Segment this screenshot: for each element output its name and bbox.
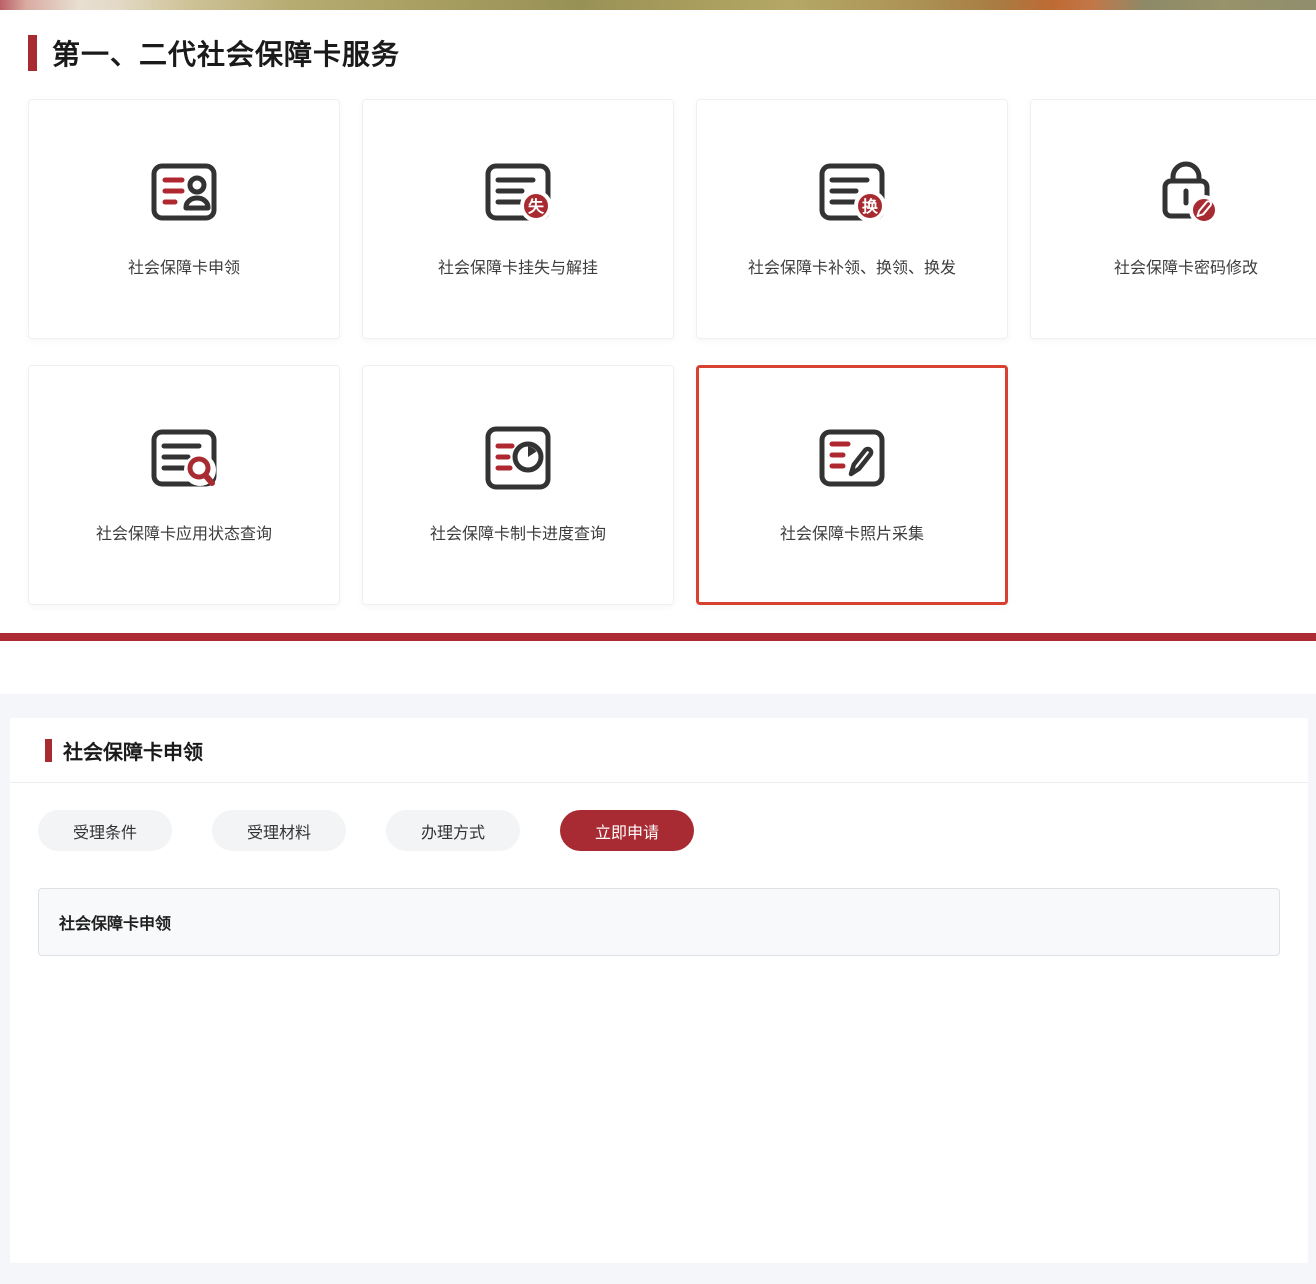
detail-panel: 社会保障卡申领 受理条件 受理材料 办理方式 立即申请 社会保障卡申领 [0,694,1316,1284]
service-card-loss-report[interactable]: 失 社会保障卡挂失与解挂 [362,99,674,339]
replace-badge-char: 换 [862,197,879,216]
tab-acceptance-conditions[interactable]: 受理条件 [38,810,172,851]
title-accent-bar [45,739,52,762]
card-replace-badge-icon: 换 [812,160,892,224]
service-card-password-change[interactable]: 社会保障卡密码修改 [1030,99,1316,339]
tab-handling-method[interactable]: 办理方式 [386,810,520,851]
services-section-title-text: 第一、二代社会保障卡服务 [52,33,400,73]
detail-content-box: 社会保障卡申领 [38,888,1280,956]
decorative-photo-banner [0,0,1316,10]
detail-content-heading: 社会保障卡申领 [59,910,171,934]
service-card-label: 社会保障卡制卡进度查询 [430,520,606,544]
tab-required-materials[interactable]: 受理材料 [212,810,346,851]
detail-tabs: 受理条件 受理材料 办理方式 立即申请 [38,810,1280,851]
service-card-label: 社会保障卡申领 [128,254,240,278]
tab-apply-now[interactable]: 立即申请 [560,810,694,851]
title-accent-bar [28,35,37,71]
card-loss-badge-icon: 失 [478,160,558,224]
id-card-person-icon [144,160,224,224]
lock-edit-icon [1146,160,1226,224]
service-card-label: 社会保障卡挂失与解挂 [438,254,598,278]
service-card-label: 社会保障卡应用状态查询 [96,520,272,544]
service-card-replacement[interactable]: 换 社会保障卡补领、换领、换发 [696,99,1008,339]
loss-badge-char: 失 [528,197,545,216]
services-section-title: 第一、二代社会保障卡服务 [28,28,1316,78]
service-card-label: 社会保障卡照片采集 [780,520,924,544]
section-divider [0,633,1316,641]
services-grid: 社会保障卡申领 失 社会保障卡挂失与解挂 换 [28,99,1316,605]
service-card-label: 社会保障卡补领、换领、换发 [748,254,956,278]
detail-body: 受理条件 受理材料 办理方式 立即申请 社会保障卡申领 [10,810,1308,956]
card-search-icon [144,426,224,490]
detail-title: 社会保障卡申领 [63,736,203,765]
detail-header: 社会保障卡申领 [10,718,1308,783]
detail-card: 社会保障卡申领 受理条件 受理材料 办理方式 立即申请 社会保障卡申领 [10,718,1308,1263]
card-progress-clock-icon [478,426,558,490]
service-card-photo-collection[interactable]: 社会保障卡照片采集 [696,365,1008,605]
card-photo-edit-icon [812,426,892,490]
service-card-label: 社会保障卡密码修改 [1114,254,1258,278]
service-card-apply[interactable]: 社会保障卡申领 [28,99,340,339]
service-card-progress-inquiry[interactable]: 社会保障卡制卡进度查询 [362,365,674,605]
service-card-status-inquiry[interactable]: 社会保障卡应用状态查询 [28,365,340,605]
